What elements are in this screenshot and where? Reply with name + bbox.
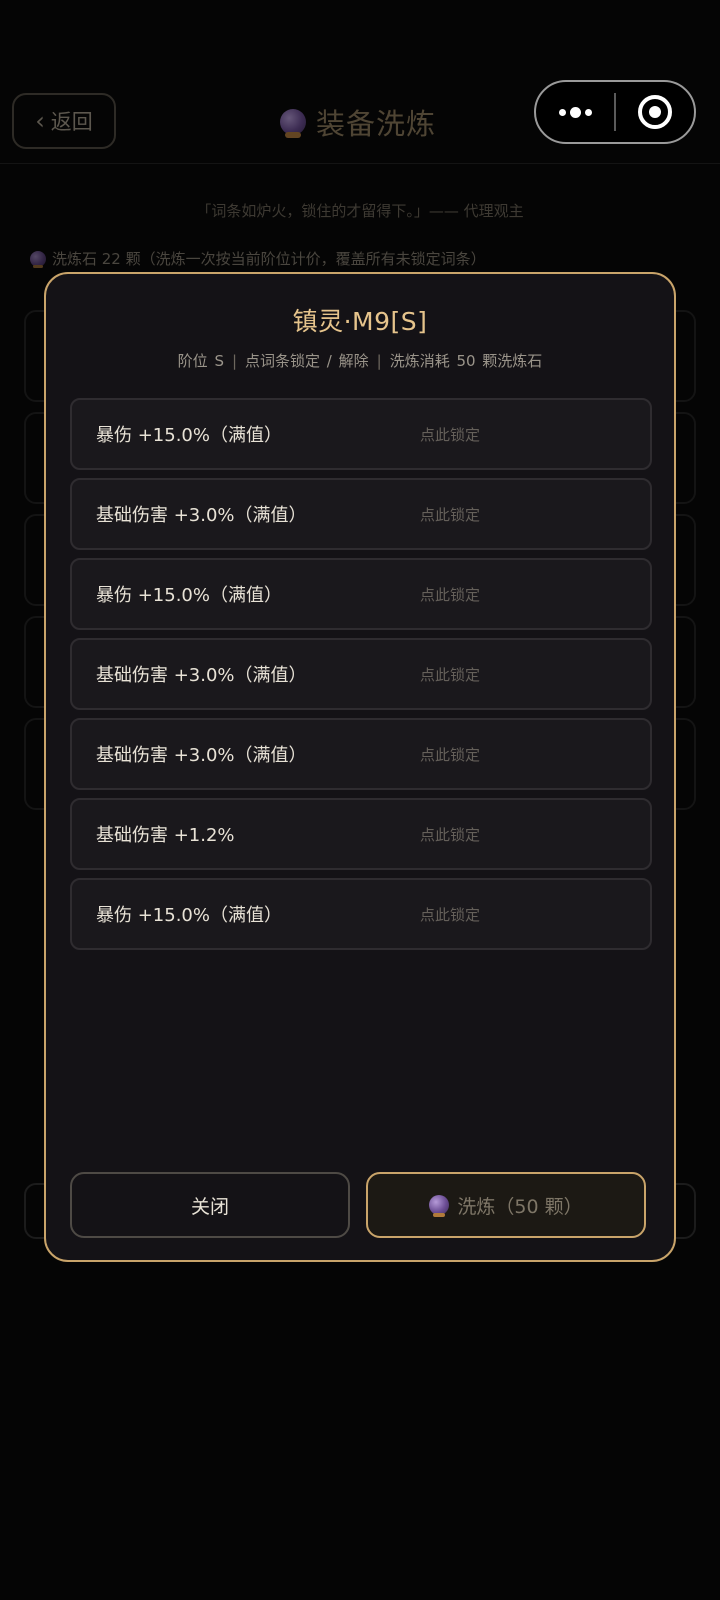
lock-hint[interactable]: 点此锁定 — [420, 800, 480, 868]
attribute-row[interactable]: 基础伤害 +1.2% 点此锁定 — [70, 798, 652, 870]
target-close-icon[interactable] — [616, 82, 694, 142]
quote-text: 「词条如炉火，锁住的才留得下。」—— 代理观主 — [196, 202, 524, 220]
attribute-text: 暴伤 +15.0%（满值） — [96, 585, 282, 606]
page-title-text: 装备洗炼 — [316, 107, 437, 141]
back-label: 返回 — [50, 110, 93, 134]
lock-hint[interactable]: 点此锁定 — [420, 480, 480, 548]
page-title: 装备洗炼 — [280, 102, 436, 142]
lock-instruction: 点词条锁定 / 解除 — [245, 352, 369, 370]
stone-info: 洗炼石 22 颗（洗炼一次按当前阶位计价，覆盖所有未锁定词条） — [30, 248, 486, 269]
crystal-orb-icon — [429, 1195, 450, 1218]
stone-info-text: 洗炼石 22 颗（洗炼一次按当前阶位计价，覆盖所有未锁定词条） — [52, 250, 486, 268]
attribute-text: 基础伤害 +1.2% — [96, 825, 235, 846]
tier-label: 阶位 S — [177, 352, 224, 370]
lock-hint[interactable]: 点此锁定 — [420, 720, 480, 788]
attribute-text: 暴伤 +15.0%（满值） — [96, 905, 282, 926]
close-button-label: 关闭 — [190, 1195, 229, 1218]
attribute-text: 暴伤 +15.0%（满值） — [96, 425, 282, 446]
refine-button-label: 洗炼（50 颗） — [457, 1195, 583, 1218]
modal-title: 镇灵·M9[S] — [292, 307, 428, 336]
lock-hint[interactable]: 点此锁定 — [420, 560, 480, 628]
attribute-row[interactable]: 基础伤害 +3.0%（满值） 点此锁定 — [70, 718, 652, 790]
attribute-text: 基础伤害 +3.0%（满值） — [96, 505, 307, 526]
back-button[interactable]: ‹ 返回 — [12, 93, 116, 149]
chevron-left-icon: ‹ — [35, 107, 45, 135]
crystal-orb-icon — [30, 250, 46, 269]
crystal-orb-icon — [280, 109, 306, 139]
attribute-row[interactable]: 基础伤害 +3.0%（满值） 点此锁定 — [70, 478, 652, 550]
attribute-row[interactable]: 暴伤 +15.0%（满值） 点此锁定 — [70, 398, 652, 470]
attribute-list: 暴伤 +15.0%（满值） 点此锁定 基础伤害 +3.0%（满值） 点此锁定 暴… — [70, 398, 652, 958]
page: ‹ 返回 装备洗炼 「词条如炉火，锁住的才留得下。」—— 代理观主 洗炼石 22… — [0, 0, 720, 1600]
lock-hint[interactable]: 点此锁定 — [420, 400, 480, 468]
attribute-row[interactable]: 暴伤 +15.0%（满值） 点此锁定 — [70, 878, 652, 950]
separator: | — [231, 352, 238, 370]
separator: | — [376, 352, 382, 370]
modal-subtitle: 阶位 S | 点词条锁定 / 解除 | 洗炼消耗 50 颗洗炼石 — [46, 350, 674, 371]
refine-button[interactable]: 洗炼（50 颗） — [366, 1172, 646, 1238]
lock-hint[interactable]: 点此锁定 — [420, 640, 480, 708]
refine-cost: 洗炼消耗 50 颗洗炼石 — [389, 352, 543, 370]
attribute-row[interactable]: 暴伤 +15.0%（满值） 点此锁定 — [70, 558, 652, 630]
lock-hint[interactable]: 点此锁定 — [420, 880, 480, 948]
refine-modal: 镇灵·M9[S] 阶位 S | 点词条锁定 / 解除 | 洗炼消耗 50 颗洗炼石 暴伤… — [44, 272, 676, 1262]
header-divider — [0, 163, 720, 164]
attribute-text: 基础伤害 +3.0%（满值） — [96, 745, 307, 766]
more-dots-icon[interactable] — [536, 82, 614, 142]
close-button[interactable]: 关闭 — [70, 1172, 350, 1238]
attribute-row[interactable]: 基础伤害 +3.0%（满值） 点此锁定 — [70, 638, 652, 710]
mini-program-capsule — [534, 80, 696, 144]
attribute-text: 基础伤害 +3.0%（满值） — [96, 665, 307, 686]
